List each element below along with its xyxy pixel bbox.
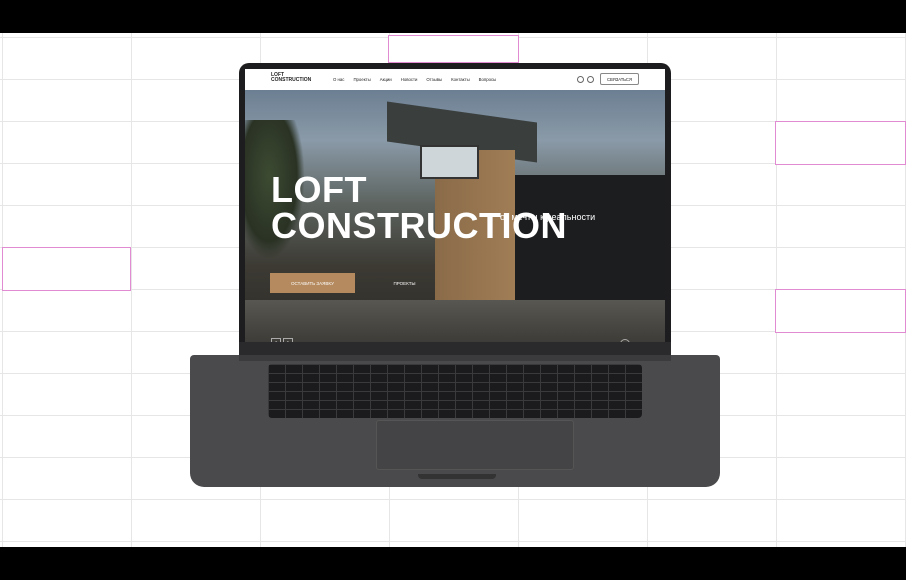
nav-menu: О нас Проекты Акции Новости Отзывы Конта… [333, 77, 496, 82]
highlight-box [775, 289, 906, 333]
laptop-trackpad [376, 420, 574, 470]
top-black-bar [0, 0, 906, 33]
highlight-box [2, 247, 131, 291]
bottom-black-bar [0, 547, 906, 580]
laptop-screen: LOFT CONSTRUCTION от мечты к реальности … [245, 69, 665, 342]
site-logo[interactable]: LOFT CONSTRUCTION [271, 73, 311, 83]
highlight-box [775, 121, 906, 165]
scroll-icon[interactable] [620, 339, 630, 342]
hero-ground [245, 300, 665, 342]
hero-title-line1: LOFT [271, 169, 367, 210]
nav-item-reviews[interactable]: Отзывы [426, 77, 442, 82]
nav-item-promotions[interactable]: Акции [380, 77, 392, 82]
laptop-keyboard [268, 364, 642, 418]
projects-button[interactable]: ПРОЕКТЫ [367, 273, 442, 293]
chevron-right-icon[interactable]: › [283, 338, 293, 342]
nav-item-contacts[interactable]: Контакты [451, 77, 470, 82]
laptop-chin [239, 342, 671, 355]
slider-arrows: ‹ › [271, 338, 293, 342]
nav-item-projects[interactable]: Проекты [353, 77, 370, 82]
chevron-left-icon[interactable]: ‹ [271, 338, 281, 342]
site-navbar: LOFT CONSTRUCTION О нас Проекты Акции Но… [245, 69, 665, 90]
hero-section: LOFT CONSTRUCTION от мечты к реальности … [245, 90, 665, 342]
logo-line2: CONSTRUCTION [271, 77, 312, 83]
nav-item-news[interactable]: Новости [401, 77, 418, 82]
highlight-box [388, 35, 519, 63]
telegram-icon[interactable] [577, 76, 584, 83]
leave-request-button[interactable]: ОСТАВИТЬ ЗАЯВКУ [270, 273, 355, 293]
hero-title: LOFT CONSTRUCTION [271, 172, 567, 244]
laptop-notch [418, 474, 496, 479]
nav-item-about[interactable]: О нас [333, 77, 344, 82]
contact-button[interactable]: СВЯЗАТЬСЯ [600, 73, 639, 85]
nav-item-faq[interactable]: Вопросы [479, 77, 497, 82]
hero-subtitle: от мечты к реальности [500, 212, 596, 222]
laptop-hinge [239, 355, 671, 361]
social-links [577, 76, 594, 83]
whatsapp-icon[interactable] [587, 76, 594, 83]
